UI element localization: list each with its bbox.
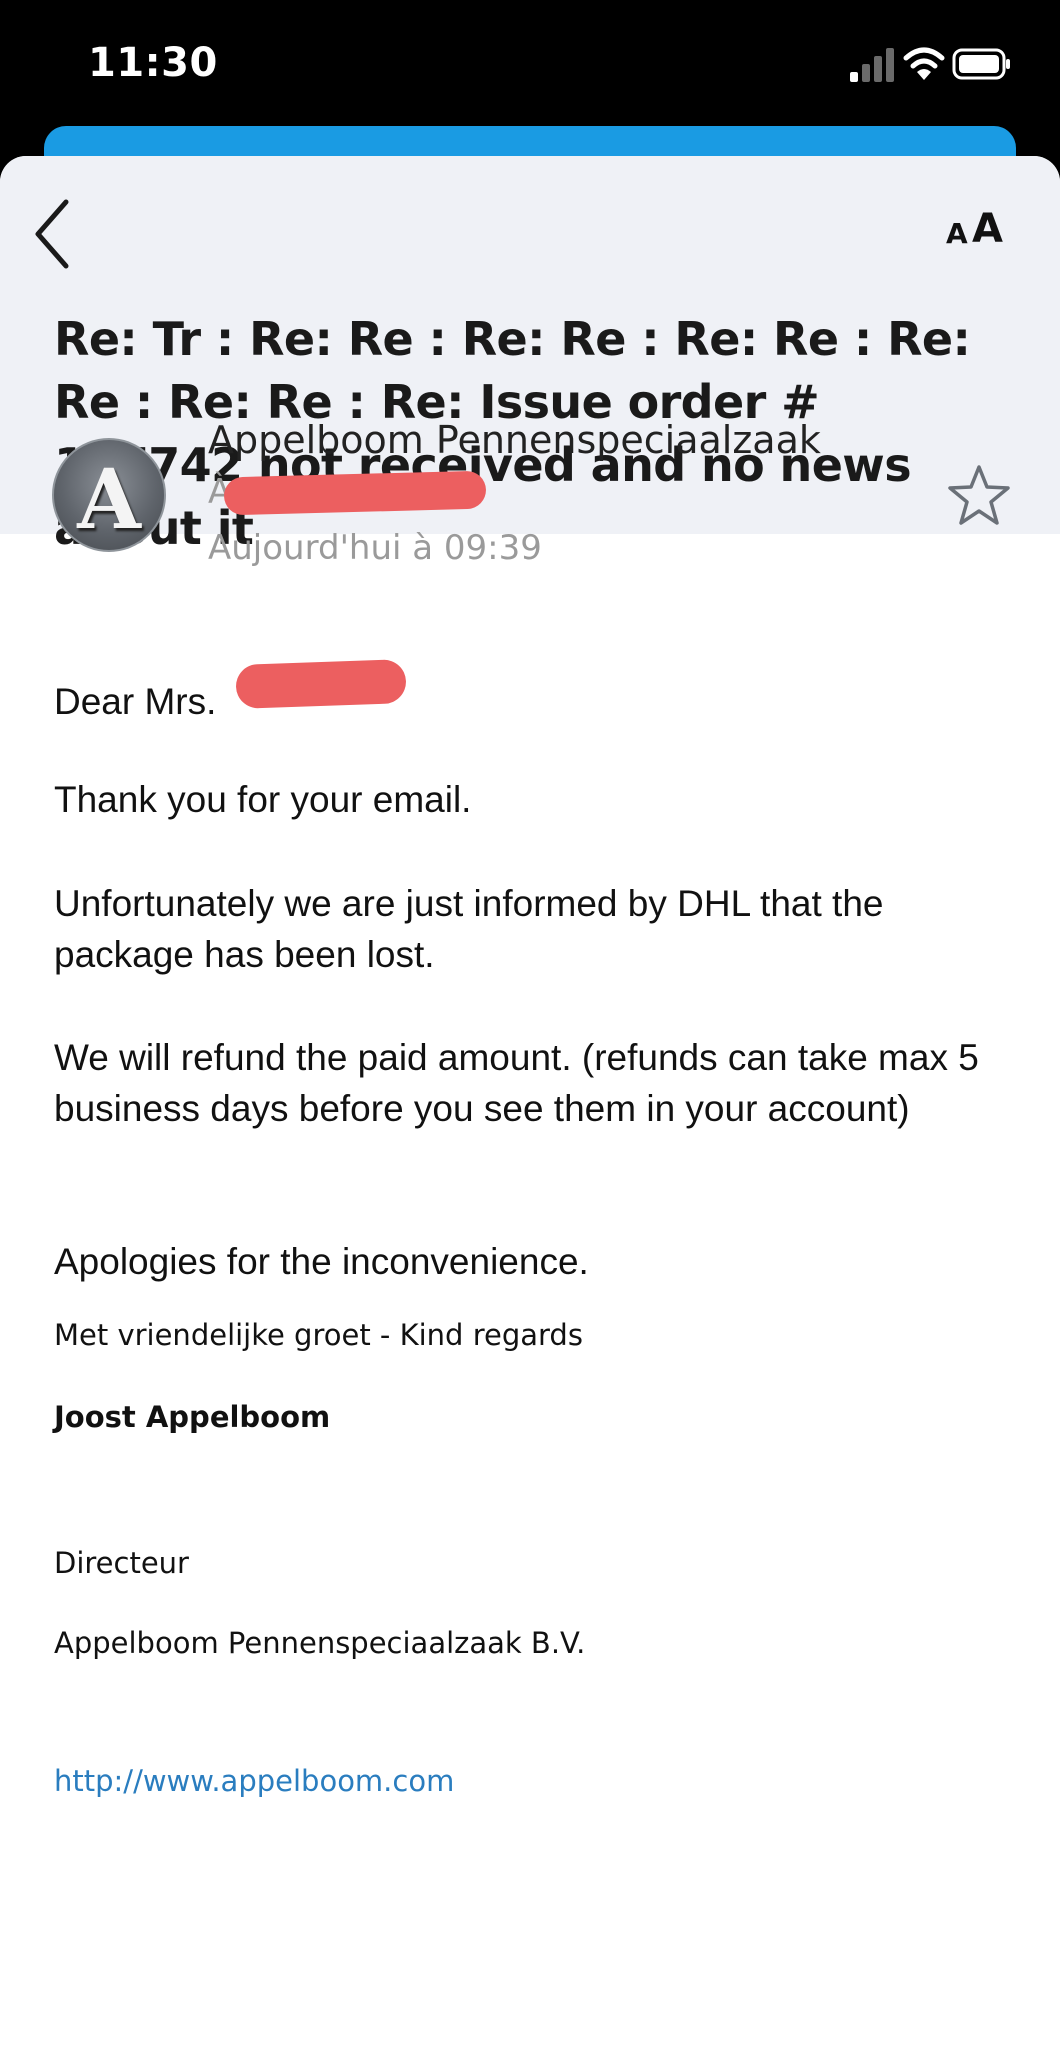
body-paragraph: Apologies for the inconvenience. <box>54 1241 589 1282</box>
message-date: Aujourd'hui à 09:39 <box>208 528 542 568</box>
text-size-small-glyph: A <box>946 217 968 250</box>
greeting: Dear Mrs. <box>54 681 217 722</box>
sender-name[interactable]: Appelboom Pennenspeciaalzaak <box>208 418 821 462</box>
text-size-large-glyph: A <box>972 206 1003 252</box>
avatar[interactable]: A <box>52 438 166 552</box>
battery-icon <box>952 48 1010 80</box>
signature-title: Directeur <box>54 1546 189 1580</box>
body-paragraph: Thank you for your email. <box>54 779 472 820</box>
signature-regards: Met vriendelijke groet - Kind regards <box>54 1318 583 1352</box>
avatar-letter: A <box>77 452 141 548</box>
status-bar: 11:30 <box>0 0 1060 130</box>
text-size-button[interactable]: A A <box>946 206 1016 256</box>
body-paragraph: We will refund the paid amount. (refunds… <box>54 1037 979 1129</box>
star-outline-icon <box>948 465 1010 525</box>
back-button[interactable] <box>28 194 80 274</box>
redaction-mark-recipient <box>223 470 487 516</box>
signature-company: Appelboom Pennenspeciaalzaak B.V. <box>54 1626 586 1660</box>
chevron-left-icon <box>35 199 69 269</box>
wifi-icon <box>903 47 945 80</box>
cellular-signal-icon <box>850 48 894 82</box>
signature-website-link[interactable]: http://www.appelboom.com <box>54 1764 454 1798</box>
star-button[interactable] <box>946 462 1012 528</box>
body-paragraph: Unfortunately we are just informed by DH… <box>54 883 884 975</box>
redaction-mark-name <box>235 659 407 709</box>
signature-name: Joost Appelboom <box>54 1400 331 1434</box>
status-time: 11:30 <box>88 40 218 86</box>
